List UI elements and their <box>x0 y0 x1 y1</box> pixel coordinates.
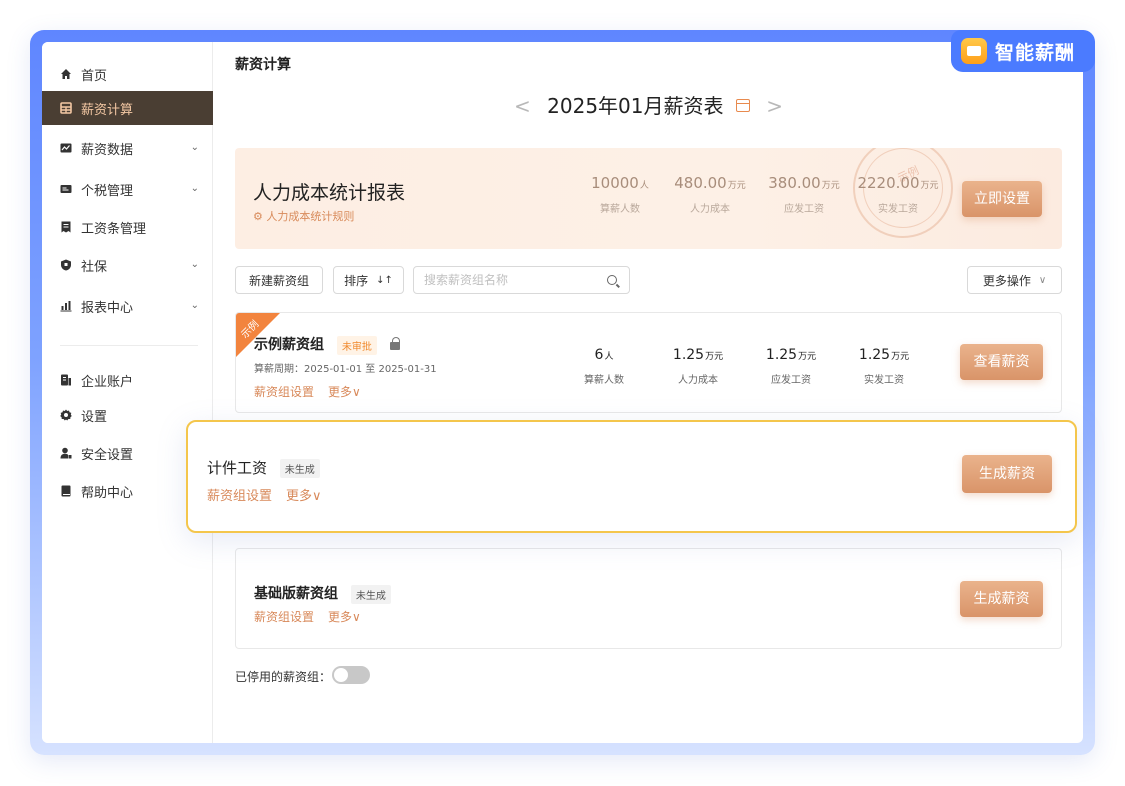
page-title: 薪资计算 <box>235 57 291 73</box>
group-name: 示例薪资组 未审批 <box>254 334 400 355</box>
group-settings-link[interactable]: 薪资组设置 <box>207 489 272 504</box>
sidebar-item-label: 个税管理 <box>81 183 134 199</box>
sidebar-item-label: 帮助中心 <box>81 485 134 501</box>
search-input[interactable] <box>414 267 584 293</box>
sidebar-item-label: 工资条管理 <box>81 221 147 237</box>
sidebar-item-home[interactable]: 首页 <box>42 57 213 91</box>
sidebar-item-label: 社保 <box>81 259 108 275</box>
group-name: 计件工资 未生成 <box>207 457 320 478</box>
report-title: 人力成本统计报表 <box>253 182 406 204</box>
group-links: 薪资组设置 更多∨ <box>254 383 375 400</box>
sidebar-item-reports[interactable]: 报表中心 ⌄ <box>42 289 213 323</box>
stat-gross-pay: 1.25万元 应发工资 <box>765 347 817 386</box>
group-links: 薪资组设置 更多∨ <box>254 608 375 625</box>
sidebar-item-label: 首页 <box>81 68 108 84</box>
chevron-down-icon: ∨ <box>1038 274 1047 286</box>
account-icon <box>60 374 72 386</box>
sidebar-item-payslip[interactable]: 工资条管理 <box>42 210 213 244</box>
app-window: 首页 薪资计算 薪资数据 ⌄ 个税管理 ⌄ 工资条管理 社保 ⌄ 报表中心 ⌄ … <box>42 42 1083 743</box>
period-switcher: < 2025年01月薪资表 > <box>214 90 1083 119</box>
status-badge: 未审批 <box>336 335 377 355</box>
generate-salary-button[interactable]: 生成薪资 <box>962 455 1052 493</box>
sidebar-item-social-security[interactable]: 社保 ⌄ <box>42 248 213 282</box>
chevron-down-icon: ⌄ <box>190 259 199 270</box>
new-salary-group-button[interactable]: 新建薪资组 <box>235 266 323 294</box>
status-badge: 未生成 <box>279 459 320 478</box>
tax-icon <box>60 183 72 195</box>
chevron-down-icon: ⌄ <box>190 300 199 311</box>
brand-name: 智能薪酬 <box>995 41 1076 64</box>
more-link[interactable]: 更多∨ <box>286 489 322 504</box>
salary-group-card: 示例 示例薪资组 未审批 算薪周期：2025-01-01 至 2025-01-3… <box>235 312 1062 413</box>
unlock-icon[interactable] <box>389 337 400 350</box>
bar-chart-icon <box>60 300 72 312</box>
generate-salary-button[interactable]: 生成薪资 <box>960 581 1043 617</box>
more-actions-button[interactable]: 更多操作 ∨ <box>967 266 1062 294</box>
sidebar-item-label: 报表中心 <box>81 300 134 316</box>
stat-net-pay: 2220.00万元 实发工资 <box>857 174 939 215</box>
sort-button[interactable]: 排序 ↓↑ <box>333 266 404 294</box>
stat-labor-cost: 480.00万元 人力成本 <box>674 174 746 215</box>
calculator-icon <box>60 102 72 114</box>
shield-icon <box>60 259 72 271</box>
stat-gross-pay: 380.00万元 应发工资 <box>768 174 840 215</box>
brand-badge: 智能薪酬 <box>951 30 1095 72</box>
sidebar-item-salary-data[interactable]: 薪资数据 ⌄ <box>42 131 213 165</box>
more-link[interactable]: 更多∨ <box>328 385 361 399</box>
calendar-icon[interactable] <box>735 99 750 112</box>
search-icon[interactable] <box>607 275 617 285</box>
sidebar-item-salary-calc[interactable]: 薪资计算 <box>42 91 213 125</box>
sidebar-item-label: 安全设置 <box>81 447 134 463</box>
stat-net-pay: 1.25万元 实发工资 <box>858 347 910 386</box>
view-salary-button[interactable]: 查看薪资 <box>960 344 1043 380</box>
security-icon <box>60 447 72 459</box>
book-icon <box>60 485 72 497</box>
period-title: 2025年01月薪资表 <box>547 94 724 118</box>
gear-icon <box>60 409 72 421</box>
next-period-button[interactable]: > <box>766 94 783 118</box>
sidebar-item-label: 企业账户 <box>81 374 134 390</box>
hexagon-gear-icon: ⚙ <box>253 210 267 223</box>
sidebar: 首页 薪资计算 薪资数据 ⌄ 个税管理 ⌄ 工资条管理 社保 ⌄ 报表中心 ⌄ … <box>42 42 213 743</box>
stat-labor-cost: 1.25万元 人力成本 <box>672 347 724 386</box>
chevron-down-icon: ⌄ <box>190 183 199 194</box>
sidebar-item-label: 薪资数据 <box>81 142 134 158</box>
stat-headcount: 6人 算薪人数 <box>584 347 624 386</box>
group-settings-link[interactable]: 薪资组设置 <box>254 610 314 624</box>
pay-period: 算薪周期：2025-01-01 至 2025-01-31 <box>254 364 437 375</box>
chevron-down-icon: ⌄ <box>190 142 199 153</box>
group-name: 基础版薪资组 未生成 <box>254 583 391 604</box>
search-group-field[interactable] <box>413 266 630 294</box>
sort-icon: ↓↑ <box>376 274 393 286</box>
sidebar-item-tax[interactable]: 个税管理 ⌄ <box>42 172 213 206</box>
chart-icon <box>60 142 72 154</box>
main-content: 薪资计算 < 2025年01月薪资表 > 示例 人力成本统计报表 ⚙ 人力成本统… <box>214 42 1083 743</box>
disabled-groups-label: 已停用的薪资组： <box>235 670 332 684</box>
disabled-groups-toggle[interactable] <box>332 666 370 684</box>
group-links: 薪资组设置 更多∨ <box>207 485 336 504</box>
stat-headcount: 10000人 算薪人数 <box>591 174 649 215</box>
more-link[interactable]: 更多∨ <box>328 610 361 624</box>
status-badge: 未生成 <box>350 584 391 604</box>
wallet-icon <box>961 38 987 64</box>
salary-group-card: 基础版薪资组 未生成 薪资组设置 更多∨ 生成薪资 <box>235 548 1062 649</box>
home-icon <box>60 68 72 80</box>
group-settings-link[interactable]: 薪资组设置 <box>254 385 314 399</box>
salary-group-card-highlighted: 计件工资 未生成 薪资组设置 更多∨ 生成薪资 <box>186 420 1077 533</box>
prev-period-button[interactable]: < <box>514 94 531 118</box>
setup-now-button[interactable]: 立即设置 <box>962 181 1042 217</box>
sidebar-item-label: 设置 <box>81 409 108 425</box>
labor-cost-report-card: 示例 人力成本统计报表 ⚙ 人力成本统计规则 10000人 算薪人数 480.0… <box>235 148 1062 249</box>
sidebar-divider <box>60 345 198 346</box>
payslip-icon <box>60 221 72 233</box>
sidebar-item-label: 薪资计算 <box>81 102 134 118</box>
sidebar-item-company-account[interactable]: 企业账户 <box>42 363 213 397</box>
report-rule-link[interactable]: ⚙ 人力成本统计规则 <box>253 208 354 224</box>
